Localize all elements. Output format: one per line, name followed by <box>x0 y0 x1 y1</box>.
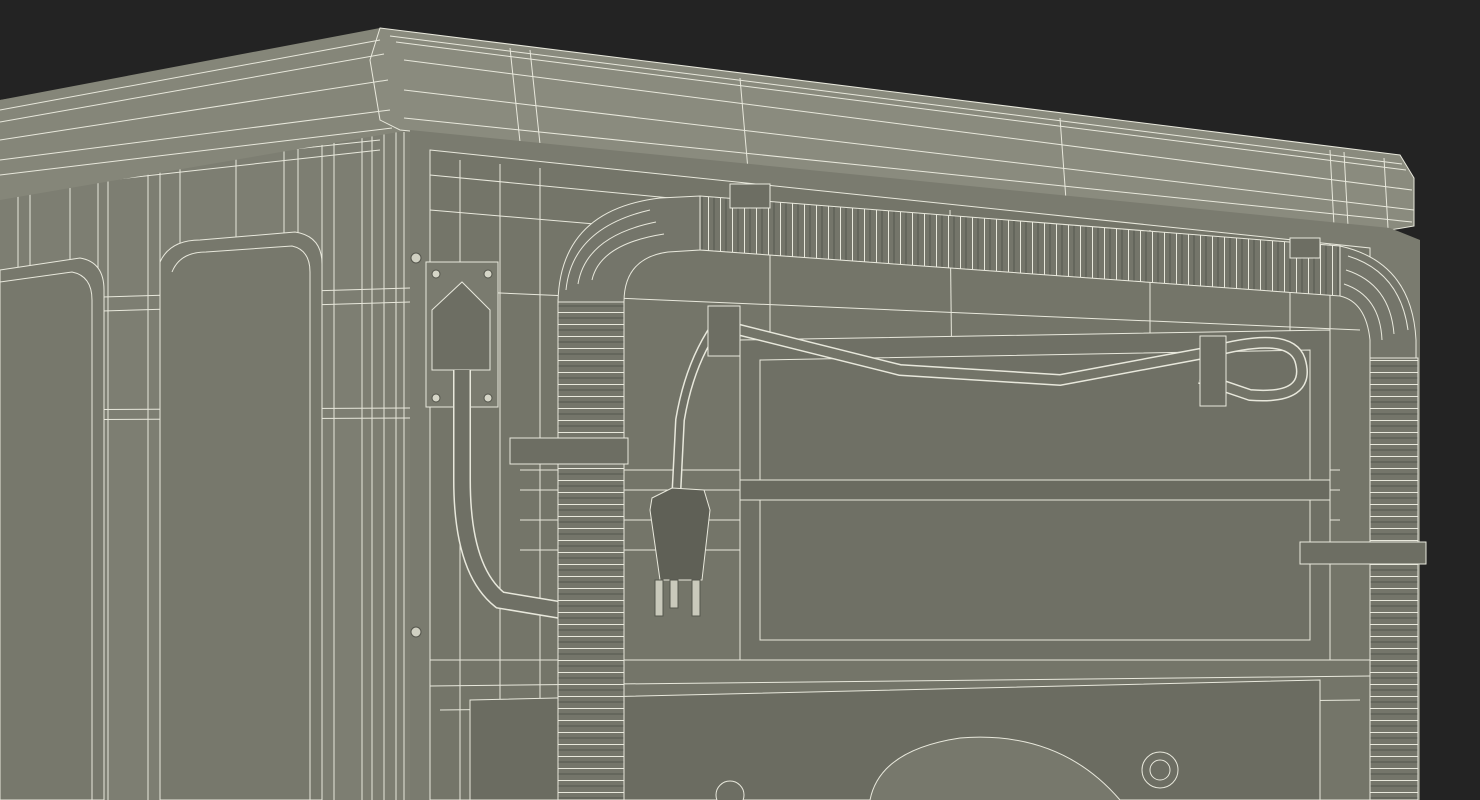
side-panel-recess-right <box>159 231 323 800</box>
wireframe-render <box>0 27 1427 800</box>
side-panel-recess-left <box>0 257 105 800</box>
render-viewport <box>0 0 1480 800</box>
